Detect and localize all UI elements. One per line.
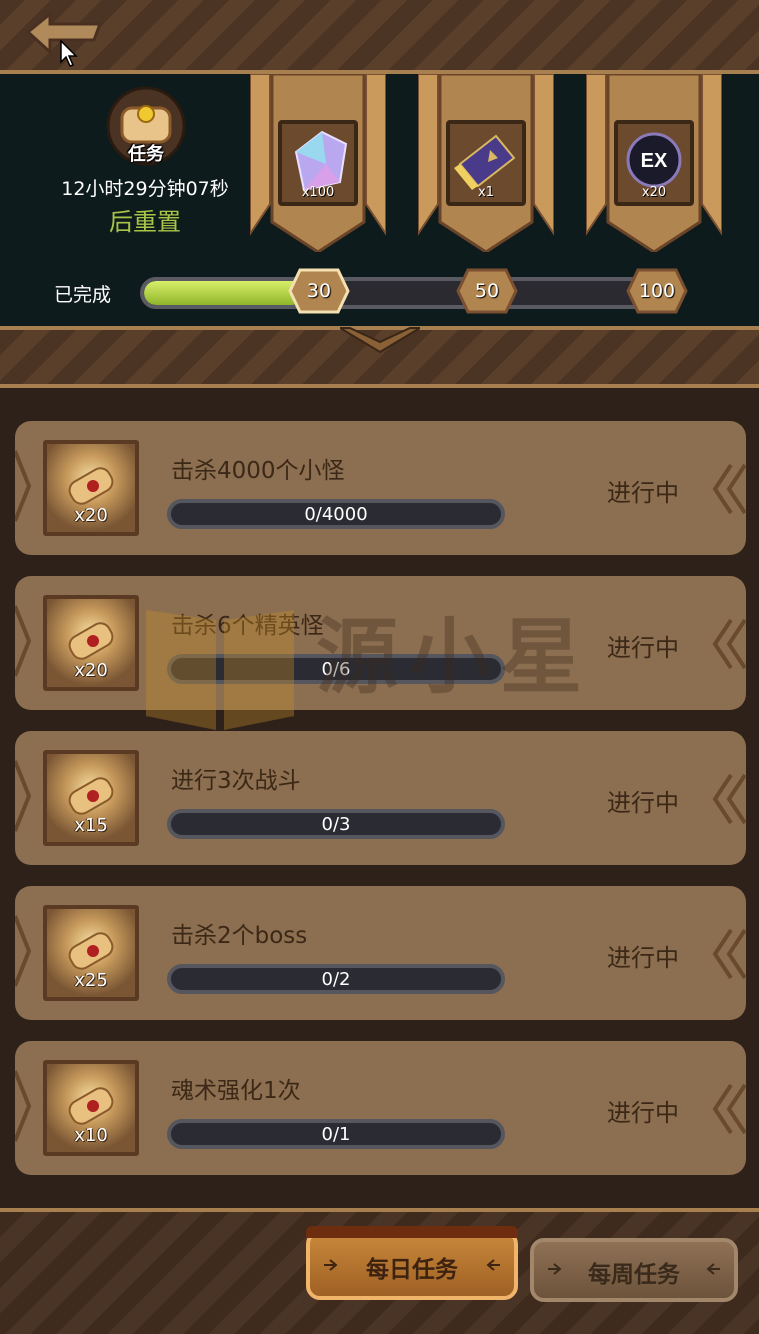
reward-quantity: x20 xyxy=(74,660,108,681)
divider-ornament-icon xyxy=(340,327,420,354)
progress-label: 已完成 xyxy=(54,284,112,306)
left-chevron-decoration-icon xyxy=(15,760,32,832)
task-title: 击杀6个精英怪 xyxy=(171,613,324,639)
double-chevron-left-icon xyxy=(712,618,747,670)
reward-banner-3[interactable]: EX x20 xyxy=(586,74,722,252)
scroll-reward-icon: x20 xyxy=(43,440,139,536)
reward-slot: x1 xyxy=(446,120,526,206)
task-card[interactable]: x15 进行3次战斗 0/3 进行中 xyxy=(15,731,747,865)
reward-quantity: x25 xyxy=(74,970,108,991)
tab-weekly-tasks[interactable]: 每周任务 xyxy=(530,1238,738,1302)
milestone-label: 50 xyxy=(474,280,500,302)
task-title: 击杀4000个小怪 xyxy=(171,458,345,484)
left-chevron-decoration-icon xyxy=(15,450,32,522)
task-status: 进行中 xyxy=(607,944,679,972)
active-tab-indicator xyxy=(306,1226,518,1238)
reset-text: 后重置 xyxy=(109,208,181,236)
bottom-tab-bar: 每日任务 每周任务 xyxy=(0,1208,759,1334)
task-progress-bar: 0/6 xyxy=(167,654,505,684)
double-chevron-left-icon xyxy=(712,1083,747,1135)
left-chevron-decoration-icon xyxy=(15,915,32,987)
reward-banner-2[interactable]: x1 xyxy=(418,74,554,252)
reward-quantity: x10 xyxy=(74,1125,108,1146)
task-status: 进行中 xyxy=(607,634,679,662)
task-progress-text: 0/6 xyxy=(321,659,351,680)
task-card[interactable]: x10 魂术强化1次 0/1 进行中 xyxy=(15,1041,747,1175)
mission-header: 任务 12小时29分钟07秒 后重置 x100 x1 EX x20 已完成 30… xyxy=(0,74,759,330)
double-chevron-left-icon xyxy=(712,928,747,980)
left-chevron-decoration-icon xyxy=(15,1070,32,1142)
double-chevron-left-icon xyxy=(712,773,747,825)
top-bar xyxy=(0,0,759,74)
reward-slot: EX x20 xyxy=(614,120,694,206)
scroll-reward-icon: x25 xyxy=(43,905,139,1001)
ex-badge-text: EX xyxy=(641,150,668,172)
task-title: 魂术强化1次 xyxy=(171,1078,301,1104)
reset-timer: 12小时29分钟07秒 xyxy=(61,178,229,200)
task-title: 进行3次战斗 xyxy=(171,768,301,794)
task-status: 进行中 xyxy=(607,479,679,507)
double-chevron-left-icon xyxy=(712,463,747,515)
reward-banner-1[interactable]: x100 xyxy=(250,74,386,252)
mission-label: 任务 xyxy=(128,144,164,165)
task-progress-text: 0/2 xyxy=(321,969,351,990)
overall-progress-bar xyxy=(140,277,680,309)
task-progress-bar: 0/3 xyxy=(167,809,505,839)
task-card[interactable]: x20 击杀4000个小怪 0/4000 进行中 xyxy=(15,421,747,555)
milestone-label: 30 xyxy=(306,280,332,302)
overall-progress-fill xyxy=(144,281,304,305)
task-progress-bar: 0/1 xyxy=(167,1119,505,1149)
task-card[interactable]: x25 击杀2个boss 0/2 进行中 xyxy=(15,886,747,1020)
task-progress-bar: 0/2 xyxy=(167,964,505,994)
task-status: 进行中 xyxy=(607,789,679,817)
task-progress-bar: 0/4000 xyxy=(167,499,505,529)
reward-slot: x100 xyxy=(278,120,358,206)
arrow-left-icon xyxy=(486,1259,500,1271)
arrow-left-icon xyxy=(706,1263,720,1275)
task-list[interactable]: x20 击杀4000个小怪 0/4000 进行中 x20 击杀6个精英怪 0/6… xyxy=(0,388,759,1208)
tab-daily-tasks[interactable]: 每日任务 xyxy=(306,1226,518,1300)
scroll-reward-icon: x10 xyxy=(43,1060,139,1156)
reward-count: x1 xyxy=(478,185,494,200)
reward-count: x20 xyxy=(641,185,667,200)
task-progress-text: 0/3 xyxy=(321,814,351,835)
task-title: 击杀2个boss xyxy=(171,923,308,949)
scroll-reward-icon: x15 xyxy=(43,750,139,846)
wood-divider xyxy=(0,326,759,388)
task-card[interactable]: x20 击杀6个精英怪 0/6 进行中 xyxy=(15,576,747,710)
milestone-50[interactable]: 50 xyxy=(456,268,518,314)
task-status: 进行中 xyxy=(607,1099,679,1127)
task-progress-text: 0/1 xyxy=(321,1124,351,1145)
mouse-cursor-icon xyxy=(60,39,78,68)
milestone-30[interactable]: 30 xyxy=(288,268,350,314)
left-chevron-decoration-icon xyxy=(15,605,32,677)
reward-quantity: x15 xyxy=(74,815,108,836)
milestone-100[interactable]: 100 xyxy=(626,268,688,314)
milestone-label: 100 xyxy=(638,280,676,302)
scroll-reward-icon: x20 xyxy=(43,595,139,691)
reward-quantity: x20 xyxy=(74,505,108,526)
task-progress-text: 0/4000 xyxy=(304,504,368,525)
reward-count: x100 xyxy=(301,185,335,200)
